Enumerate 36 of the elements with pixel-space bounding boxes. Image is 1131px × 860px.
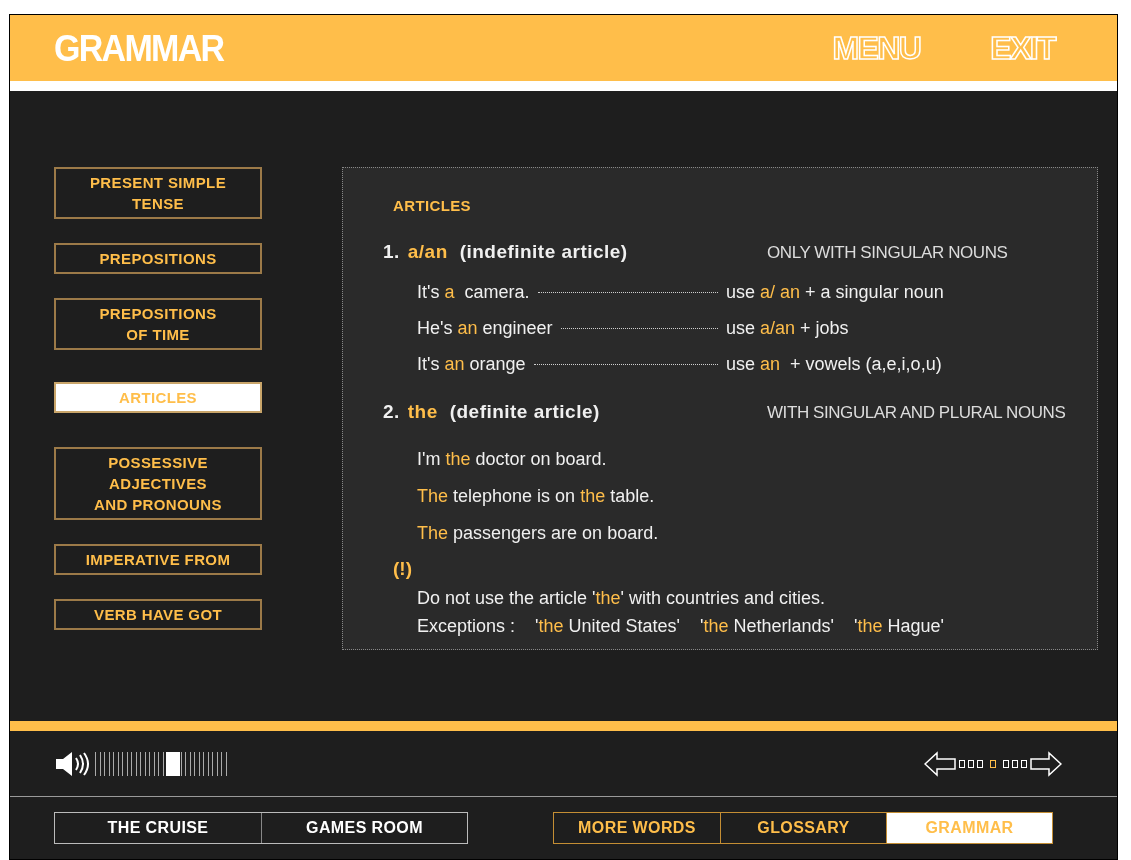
nav-tab[interactable]: THE CRUISE [55, 813, 261, 843]
section-number: 2. [383, 399, 400, 424]
section-term: a/an [407, 240, 448, 264]
example-sentence: The passengers are on board. [417, 522, 659, 545]
section-description: (indefinite article) [459, 240, 628, 264]
nav-tab[interactable]: GAMES ROOM [261, 813, 467, 843]
topic-button[interactable]: POSSESSIVE ADJECTIVES AND PRONOUNS [54, 447, 262, 520]
lesson-title: ARTICLES [393, 197, 471, 214]
warning-mark: (!) [393, 558, 412, 579]
topic-button[interactable]: PREPOSITIONS [54, 243, 262, 274]
example-rule: use a/an + jobs [726, 316, 849, 340]
section-note: WITH SINGULAR AND PLURAL NOUNS [767, 401, 1066, 424]
topic-button[interactable]: VERB HAVE GOT [54, 599, 262, 630]
example-rule: use an + vowels (a,e,i,o,u) [726, 352, 942, 376]
volume-slider[interactable] [95, 751, 227, 776]
warning-text: Do not use the article 'the' with countries and cities. [417, 586, 826, 610]
section-term: the [407, 399, 438, 424]
example-sentence: He's an engineer [417, 316, 553, 340]
example-sentence: The telephone is on the table. [417, 485, 655, 508]
example-rule: use a/ an + a singular noun [726, 280, 944, 304]
section-note: ONLY WITH SINGULAR NOUNS [767, 242, 1008, 264]
example-sentence: It's an orange [417, 352, 526, 376]
warning-text: Exceptions : 'the United States' 'the Netherlands' 'the Hague' [417, 614, 944, 638]
topic-button[interactable]: IMPERATIVE FROM [54, 544, 262, 575]
topic-button[interactable]: PREPOSITIONS OF TIME [54, 298, 262, 350]
example-sentence: It's a camera. [417, 280, 530, 304]
right-arrow-icon[interactable] [1030, 750, 1062, 777]
topic-button[interactable]: PRESENT SIMPLE TENSE [54, 167, 262, 219]
left-arrow-icon[interactable] [924, 750, 956, 777]
section-number: 1. [383, 240, 400, 264]
example-sentence: I'm the doctor on board. [417, 448, 607, 471]
section-description: (definite article) [449, 399, 600, 424]
page-title: GRAMMAR [54, 25, 224, 71]
speaker-icon [55, 750, 91, 777]
volume-thumb[interactable] [165, 751, 180, 776]
nav-tab[interactable]: MORE WORDS [554, 813, 720, 843]
